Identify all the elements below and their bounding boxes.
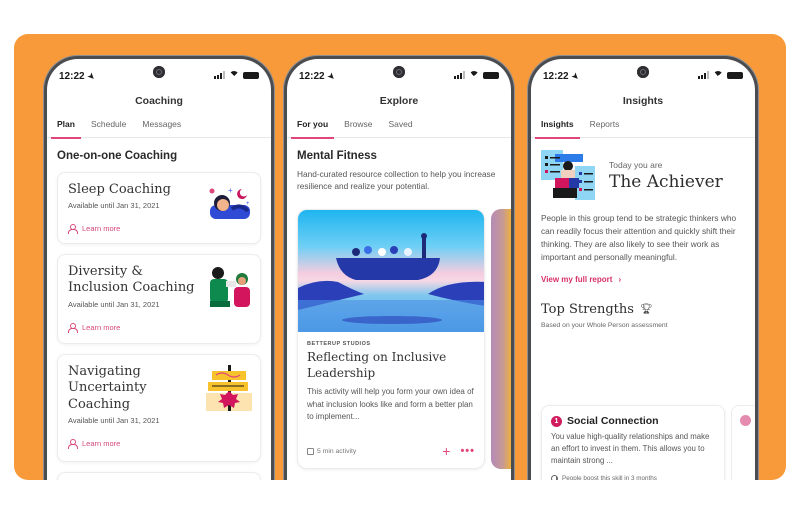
card-title: Sleep Coaching bbox=[68, 182, 171, 197]
status-time: 12:22➤ bbox=[543, 70, 581, 83]
persona-description: People in this group tend to be strategi… bbox=[541, 213, 737, 262]
status-time: 12:22➤ bbox=[59, 70, 97, 83]
status-time: 12:22➤ bbox=[299, 70, 337, 83]
svg-text:+: + bbox=[228, 186, 233, 195]
signpost-illustration bbox=[206, 365, 252, 411]
tab-schedule[interactable]: Schedule bbox=[91, 117, 126, 138]
front-camera bbox=[153, 66, 165, 78]
card-title: Navigating Uncertainty Coaching bbox=[68, 364, 147, 412]
coaching-card-sleep[interactable]: Sleep Coaching Available until Jan 31, 2… bbox=[57, 172, 261, 244]
coaching-card-uncertainty[interactable]: Navigating Uncertainty Coaching Availabl… bbox=[57, 354, 261, 462]
rank-badge bbox=[740, 415, 751, 426]
next-resource-card[interactable] bbox=[491, 209, 511, 469]
section-heading: Mental Fitness bbox=[297, 150, 377, 162]
persona-title: The Achiever bbox=[609, 172, 723, 192]
resource-title: Reflecting on Inclusive Leadership bbox=[307, 350, 447, 380]
resource-description: This activity will help you form your ow… bbox=[307, 387, 474, 421]
learn-more-link[interactable]: Learn more bbox=[68, 224, 250, 235]
coaching-card-partial[interactable] bbox=[57, 472, 261, 480]
learn-more-label: Learn more bbox=[82, 322, 121, 332]
coaching-card-diversity[interactable]: Diversity & Inclusion Coaching Available… bbox=[57, 254, 261, 344]
person-icon bbox=[68, 322, 78, 333]
learn-more-link[interactable]: Learn more bbox=[68, 322, 250, 333]
screen-title: Insights bbox=[622, 95, 664, 107]
add-button[interactable]: + bbox=[442, 444, 450, 458]
signal-icon bbox=[698, 71, 709, 79]
person-icon bbox=[68, 224, 78, 235]
signal-icon bbox=[214, 71, 225, 79]
view-full-report-link[interactable]: View my full report › bbox=[541, 275, 745, 284]
phone-insights: 12:22➤ Insights Insights Reports Today y… bbox=[528, 56, 758, 480]
strengths-subtitle: Based on your Whole Person assessment bbox=[541, 322, 668, 330]
resource-kicker: BETTERUP STUDIOS bbox=[307, 341, 371, 347]
section-heading: One-on-one Coaching bbox=[57, 150, 178, 162]
sleeping-person-illustration: + + bbox=[209, 186, 250, 219]
tab-for-you[interactable]: For you bbox=[290, 117, 335, 139]
chevron-right-icon: › bbox=[618, 275, 622, 285]
resource-card[interactable]: BETTERUP STUDIOS Reflecting on Inclusive… bbox=[297, 209, 485, 469]
tab-bar: Insights Reports bbox=[531, 117, 755, 139]
status-bar: 12:22➤ bbox=[531, 59, 755, 89]
resource-duration: 5 min activity bbox=[307, 447, 442, 455]
tab-bar: For you Browse Saved bbox=[287, 117, 511, 139]
person-icon bbox=[68, 438, 78, 449]
tab-plan[interactable]: Plan bbox=[51, 117, 81, 139]
flying-boat-image bbox=[298, 210, 484, 332]
strength-description: You value high-quality relationships and… bbox=[551, 432, 710, 466]
learn-more-label: Learn more bbox=[82, 224, 121, 234]
activity-edit-icon bbox=[307, 447, 314, 455]
strength-footer: People boost this skill in 3 months bbox=[551, 475, 715, 480]
status-bar: 12:22➤ bbox=[287, 59, 511, 89]
battery-icon bbox=[727, 71, 743, 79]
location-arrow-icon: ➤ bbox=[569, 70, 581, 83]
next-strength-card[interactable] bbox=[731, 405, 755, 480]
wifi-icon bbox=[713, 71, 723, 79]
phone-explore: 12:22➤ Explore For you Browse Saved Ment… bbox=[284, 56, 514, 480]
wifi-icon bbox=[229, 71, 239, 79]
more-options-button[interactable]: ••• bbox=[460, 445, 475, 457]
screen-title: Coaching bbox=[135, 95, 183, 107]
front-camera bbox=[637, 66, 649, 78]
tab-insights[interactable]: Insights bbox=[535, 117, 580, 139]
tab-bar: Plan Schedule Messages bbox=[47, 117, 271, 139]
today-label: Today you are bbox=[609, 160, 663, 170]
tab-messages[interactable]: Messages bbox=[142, 117, 181, 138]
battery-icon bbox=[483, 71, 499, 79]
collection-description: Hand-curated resource collection to help… bbox=[297, 169, 496, 192]
signal-icon bbox=[454, 71, 465, 79]
card-title: Diversity & Inclusion Coaching bbox=[68, 264, 195, 296]
front-camera bbox=[393, 66, 405, 78]
tab-saved[interactable]: Saved bbox=[389, 117, 413, 138]
trophy-icon: 🏆︎ bbox=[639, 304, 653, 316]
wifi-icon bbox=[469, 71, 479, 79]
svg-text:+: + bbox=[246, 201, 250, 207]
learn-more-label: Learn more bbox=[82, 438, 121, 448]
phone-coaching: 12:22➤ Coaching Plan Schedule Messages O… bbox=[44, 56, 274, 480]
strength-title: Social Connection bbox=[567, 415, 659, 427]
learn-more-link[interactable]: Learn more bbox=[68, 438, 250, 449]
location-arrow-icon: ➤ bbox=[85, 70, 97, 83]
screen-title: Explore bbox=[379, 95, 419, 107]
diverse-people-illustration bbox=[210, 267, 250, 307]
location-arrow-icon: ➤ bbox=[325, 70, 337, 83]
tab-reports[interactable]: Reports bbox=[590, 117, 620, 138]
strength-card[interactable]: 1 Social Connection You value high-quali… bbox=[541, 405, 725, 480]
rank-badge: 1 bbox=[551, 415, 562, 427]
top-strengths-heading: Top Strengths bbox=[541, 302, 634, 318]
battery-icon bbox=[243, 71, 259, 79]
achiever-illustration bbox=[541, 150, 595, 200]
tab-browse[interactable]: Browse bbox=[344, 117, 372, 138]
status-bar: 12:22➤ bbox=[47, 59, 271, 89]
orange-backdrop: 12:22➤ Coaching Plan Schedule Messages O… bbox=[14, 34, 786, 480]
clock-icon bbox=[551, 475, 558, 480]
card-availability: Available until Jan 31, 2021 bbox=[68, 415, 160, 425]
